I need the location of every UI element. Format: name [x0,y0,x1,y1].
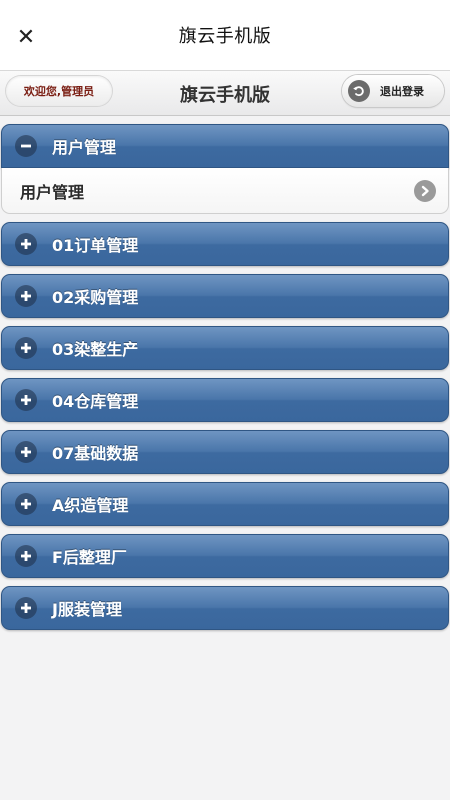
chevron-right-icon [414,179,436,202]
section-header-weaving[interactable]: A织造管理 [1,482,449,526]
plus-circle-icon [15,337,37,359]
menu-section-weaving: A织造管理 [1,482,449,526]
undo-arrow-icon [348,80,370,102]
close-icon: ✕ [16,25,36,50]
menu-section-purchasing: 02采购管理 [1,274,449,318]
plus-circle-icon [15,545,37,567]
logout-label: 退出登录 [380,85,424,98]
section-header-basic-data[interactable]: 07基础数据 [1,430,449,474]
section-label: 02采购管理 [52,288,139,307]
menu-section-apparel: J服装管理 [1,586,449,630]
section-header-purchasing[interactable]: 02采购管理 [1,274,449,318]
section-header-finishing[interactable]: F后整理厂 [1,534,449,578]
window-title: 旗云手机版 [178,26,272,47]
section-label: F后整理厂 [52,548,127,567]
plus-circle-icon [15,389,37,411]
native-title-bar: ✕ 旗云手机版 [0,0,450,70]
section-label: 04仓库管理 [52,392,139,411]
menu-section-user: 用户管理 用户管理 [1,124,449,214]
app-header: 欢迎您,管理员 旗云手机版 退出登录 [0,70,450,116]
menu-section-basic-data: 07基础数据 [1,430,449,474]
plus-circle-icon [15,441,37,463]
section-label: 用户管理 [52,138,117,157]
section-label: A织造管理 [52,496,129,515]
minus-circle-icon [15,135,37,157]
plus-circle-icon [15,597,37,619]
plus-circle-icon [15,493,37,515]
menu-section-warehouse: 04仓库管理 [1,378,449,422]
section-label: 03染整生产 [52,340,139,359]
sub-item-label: 用户管理 [20,182,85,202]
sub-item-user-management[interactable]: 用户管理 [1,168,449,214]
section-header-user[interactable]: 用户管理 [1,124,449,168]
section-label: J服装管理 [52,600,122,619]
section-header-apparel[interactable]: J服装管理 [1,586,449,630]
section-header-orders[interactable]: 01订单管理 [1,222,449,266]
logout-button[interactable]: 退出登录 [342,75,444,107]
plus-circle-icon [15,285,37,307]
menu-section-dyeing: 03染整生产 [1,326,449,370]
menu-accordion: 用户管理 用户管理 01订单管理 02采购管理 03染整生产 04仓库管理 07… [0,124,450,630]
menu-section-orders: 01订单管理 [1,222,449,266]
close-button[interactable]: ✕ [10,22,42,54]
plus-circle-icon [15,233,37,255]
section-header-dyeing[interactable]: 03染整生产 [1,326,449,370]
menu-section-finishing: F后整理厂 [1,534,449,578]
section-label: 07基础数据 [52,444,139,463]
section-header-warehouse[interactable]: 04仓库管理 [1,378,449,422]
section-label: 01订单管理 [52,236,139,255]
